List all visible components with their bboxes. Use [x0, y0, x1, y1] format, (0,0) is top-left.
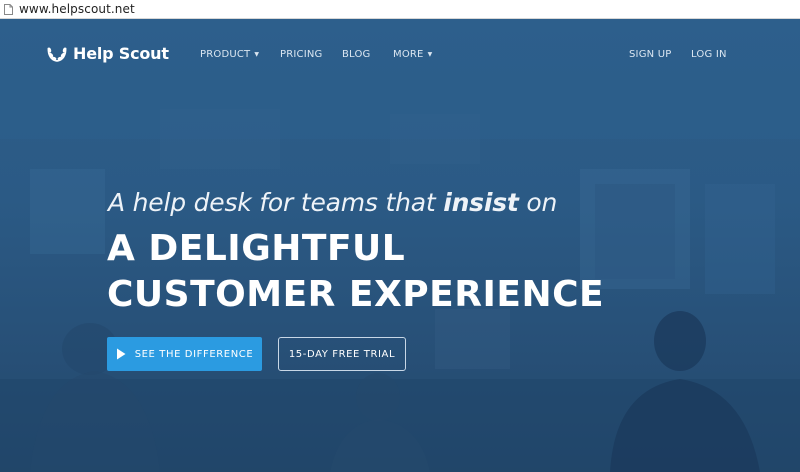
play-icon [116, 348, 126, 360]
nav-more[interactable]: MORE ▼ [393, 49, 432, 60]
laurel-wreath-icon [47, 47, 67, 62]
hero-headline-line2: CUSTOMER EXPERIENCE [107, 274, 605, 315]
address-bar[interactable]: www.helpscout.net [0, 0, 800, 19]
sign-up-link[interactable]: SIGN UP [629, 49, 671, 60]
nav-product-label: PRODUCT [200, 49, 251, 60]
hero-section: Help Scout PRODUCT ▼ PRICING BLOG MORE ▼… [0, 19, 800, 472]
sign-up-label: SIGN UP [629, 49, 672, 60]
tagline-pre: A help desk for teams that [108, 188, 444, 217]
see-the-difference-label: SEE THE DIFFERENCE [134, 348, 254, 360]
nav-blog[interactable]: BLOG [342, 49, 371, 60]
free-trial-button[interactable]: 15-DAY FREE TRIAL [278, 337, 406, 371]
help-scout-logo[interactable]: Help Scout [46, 42, 169, 64]
logo-text: Help Scout [73, 43, 169, 63]
see-the-difference-button[interactable]: SEE THE DIFFERENCE [107, 337, 262, 371]
tagline-emphasis: insist [443, 188, 519, 217]
log-in-label: LOG IN [691, 49, 727, 60]
nav-blog-label: BLOG [342, 49, 371, 60]
free-trial-label: 15-DAY FREE TRIAL [288, 348, 396, 360]
chevron-down-icon: ▼ [254, 51, 260, 58]
chevron-down-icon: ▼ [427, 51, 433, 58]
nav-pricing[interactable]: PRICING [280, 49, 323, 60]
nav-pricing-label: PRICING [280, 49, 323, 60]
hero-headline-line1: A DELIGHTFUL [107, 228, 406, 269]
page-icon [4, 3, 13, 15]
hero-tagline: A help desk for teams that insist on [108, 188, 557, 217]
nav-product[interactable]: PRODUCT ▼ [200, 49, 259, 60]
tagline-post: on [518, 188, 558, 217]
nav-more-label: MORE [393, 49, 424, 60]
log-in-link[interactable]: LOG IN [691, 49, 727, 60]
url-text[interactable]: www.helpscout.net [19, 2, 135, 16]
